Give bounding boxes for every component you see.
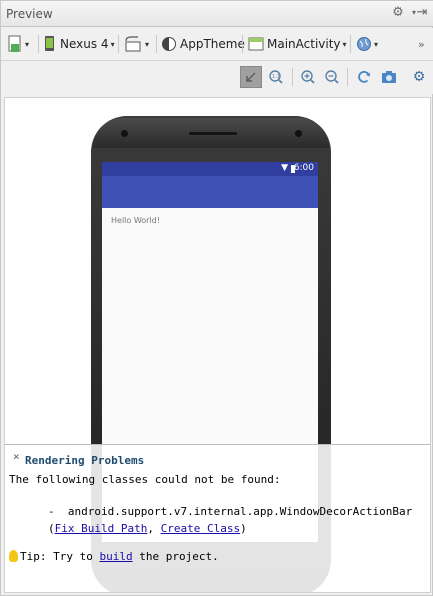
problems-title: Rendering Problems — [25, 454, 145, 467]
toolbar-divider — [242, 35, 243, 53]
globe-icon — [357, 37, 371, 51]
toolbar-divider — [292, 68, 293, 86]
orientation-button[interactable]: ▾ — [123, 33, 149, 55]
layout-variant-button[interactable]: ▾ — [7, 33, 29, 55]
device-selector[interactable]: Nexus 4 ▾ — [43, 33, 115, 55]
theme-label: AppTheme — [180, 37, 245, 51]
status-time: 6:00 — [293, 163, 314, 173]
chevron-down-icon: ▾ — [374, 39, 379, 49]
close-icon[interactable]: × — [13, 450, 20, 463]
rotate-screen-icon — [125, 36, 141, 52]
missing-class-name: android.support.v7.internal.app.WindowDe… — [67, 505, 413, 518]
device-label: Nexus 4 — [60, 37, 109, 51]
refresh-icon[interactable] — [353, 66, 375, 88]
device-icon — [45, 36, 54, 51]
activity-selector[interactable]: MainActivity ▾ — [248, 33, 347, 55]
preview-canvas: ▼ 6:00 Hello World! × Rendering Problems… — [4, 97, 431, 593]
problems-description: The following classes could not be found… — [9, 473, 281, 486]
zoom-in-icon[interactable] — [297, 66, 319, 88]
zoom-toolbar: 1:1 ⚙ — [1, 61, 433, 94]
bullet: - — [48, 505, 55, 518]
lightbulb-icon — [9, 550, 18, 562]
tip-prefix: Tip: Try to — [20, 550, 100, 563]
hello-world-text: Hello World! — [111, 216, 160, 225]
toolbar-divider — [347, 68, 348, 86]
android-status-bar: ▼ 6:00 — [102, 162, 318, 176]
missing-class-entry: - android.support.v7.internal.app.Window… — [48, 503, 418, 537]
toolbar-divider — [156, 35, 157, 53]
front-camera — [121, 130, 128, 137]
zoom-actual-size-icon[interactable]: 1:1 — [265, 66, 287, 88]
separator-text: , — [147, 522, 161, 535]
zoom-out-icon[interactable] — [321, 66, 343, 88]
tip-suffix: the project. — [132, 550, 219, 563]
activity-icon — [248, 37, 264, 51]
preview-toolbar: ▾ Nexus 4 ▾ ▾ AppTheme MainActivity ▾ ▾ … — [1, 28, 433, 61]
open-paren: ( — [48, 522, 55, 535]
chevron-down-icon: ▾ — [25, 39, 30, 49]
preview-panel: Preview ⚙ ▾ ⇥ ▾ Nexus 4 ▾ ▾ AppTheme Mai… — [0, 0, 433, 596]
toolbar-divider — [38, 35, 39, 53]
device-top-bezel — [93, 118, 329, 148]
rendering-problems-panel: × Rendering Problems The following class… — [5, 444, 430, 592]
chevron-down-icon: ▾ — [110, 39, 115, 49]
app-action-bar — [102, 176, 318, 208]
layout-file-icon — [8, 35, 21, 52]
panel-title: Preview — [6, 7, 53, 21]
create-class-link[interactable]: Create Class — [161, 522, 240, 535]
fix-build-path-link[interactable]: Fix Build Path — [55, 522, 148, 535]
wifi-icon: ▼ — [281, 163, 288, 173]
locale-selector[interactable]: ▾ — [356, 33, 378, 55]
proximity-sensor — [295, 130, 302, 137]
close-paren: ) — [240, 522, 247, 535]
theme-icon — [162, 37, 176, 51]
gear-icon[interactable]: ⚙ — [408, 66, 430, 88]
chevron-down-icon: ▾ — [145, 39, 150, 49]
tip-line: Tip: Try to build the project. — [9, 550, 219, 563]
zoom-to-fit-icon[interactable] — [240, 66, 262, 88]
toolbar-overflow[interactable]: » — [418, 33, 425, 55]
activity-label: MainActivity — [267, 37, 341, 51]
toolbar-divider — [118, 35, 119, 53]
svg-text:1:1: 1:1 — [272, 74, 280, 80]
build-link[interactable]: build — [99, 550, 132, 563]
chevron-down-icon: ▾ — [342, 39, 347, 49]
toolbar-divider — [350, 35, 351, 53]
theme-selector[interactable]: AppTheme — [161, 33, 245, 55]
hide-panel-icon[interactable]: ⇥ — [413, 5, 431, 21]
panel-titlebar: Preview ⚙ ▾ ⇥ — [1, 1, 433, 27]
earpiece-speaker — [189, 132, 237, 135]
camera-icon[interactable] — [378, 66, 400, 88]
